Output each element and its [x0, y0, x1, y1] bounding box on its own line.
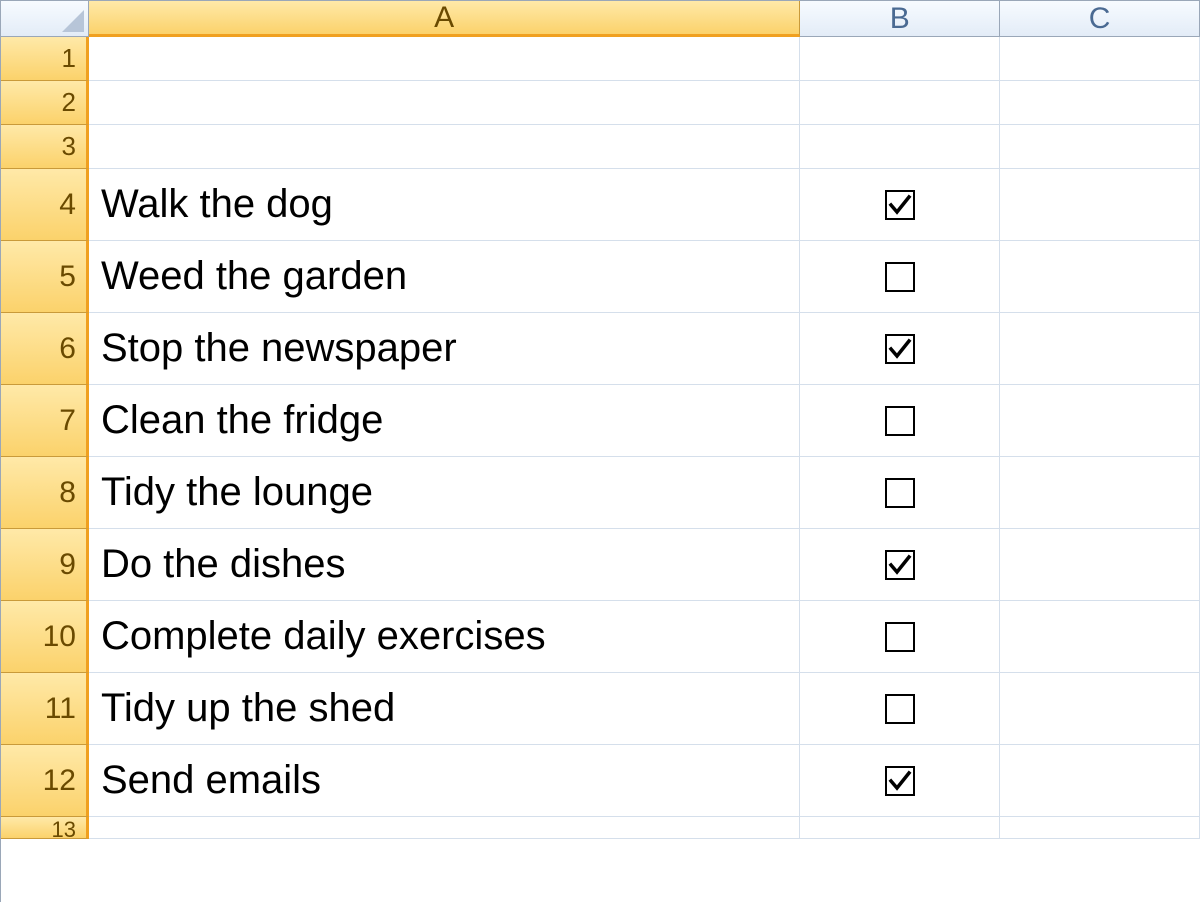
row: 10 Complete daily exercises — [1, 601, 1200, 673]
cell-A6[interactable]: Stop the newspaper — [89, 313, 800, 385]
cell-B9[interactable] — [800, 529, 1000, 601]
cell-C4[interactable] — [1000, 169, 1200, 241]
cell-C12[interactable] — [1000, 745, 1200, 817]
cell-A5[interactable]: Weed the garden — [89, 241, 800, 313]
row-header[interactable]: 7 — [1, 385, 89, 457]
cell-C2[interactable] — [1000, 81, 1200, 125]
checkbox-tidy-up-the-shed[interactable] — [885, 694, 915, 724]
row: 1 — [1, 37, 1200, 81]
cell-C10[interactable] — [1000, 601, 1200, 673]
checkbox-stop-the-newspaper[interactable] — [885, 334, 915, 364]
row-header[interactable]: 12 — [1, 745, 89, 817]
checkbox-send-emails[interactable] — [885, 766, 915, 796]
cell-B1[interactable] — [800, 37, 1000, 81]
cell-A8[interactable]: Tidy the lounge — [89, 457, 800, 529]
checkmark-icon — [888, 337, 912, 361]
cell-C9[interactable] — [1000, 529, 1200, 601]
cell-A10[interactable]: Complete daily exercises — [89, 601, 800, 673]
checkmark-icon — [888, 553, 912, 577]
cell-C5[interactable] — [1000, 241, 1200, 313]
row-header[interactable]: 3 — [1, 125, 89, 169]
cell-A7[interactable]: Clean the fridge — [89, 385, 800, 457]
column-header-row: A B C — [1, 1, 1200, 37]
cell-A3[interactable] — [89, 125, 800, 169]
row: 11 Tidy up the shed — [1, 673, 1200, 745]
cell-B2[interactable] — [800, 81, 1000, 125]
row-header[interactable]: 4 — [1, 169, 89, 241]
column-header-C[interactable]: C — [1000, 1, 1200, 37]
row: 8 Tidy the lounge — [1, 457, 1200, 529]
cell-B8[interactable] — [800, 457, 1000, 529]
row-header[interactable]: 2 — [1, 81, 89, 125]
cell-B4[interactable] — [800, 169, 1000, 241]
cell-A11[interactable]: Tidy up the shed — [89, 673, 800, 745]
spreadsheet-grid: A B C 1 2 3 4 Walk the dog 5 Weed the ga… — [0, 0, 1200, 902]
cell-A2[interactable] — [89, 81, 800, 125]
cell-B6[interactable] — [800, 313, 1000, 385]
checkbox-walk-the-dog[interactable] — [885, 190, 915, 220]
cell-A13[interactable] — [89, 817, 800, 839]
cell-C1[interactable] — [1000, 37, 1200, 81]
row: 9 Do the dishes — [1, 529, 1200, 601]
cell-A12[interactable]: Send emails — [89, 745, 800, 817]
row-header[interactable]: 10 — [1, 601, 89, 673]
cell-C11[interactable] — [1000, 673, 1200, 745]
cell-B13[interactable] — [800, 817, 1000, 839]
row: 13 — [1, 817, 1200, 839]
cell-C8[interactable] — [1000, 457, 1200, 529]
cell-B5[interactable] — [800, 241, 1000, 313]
checkmark-icon — [888, 769, 912, 793]
column-header-B[interactable]: B — [800, 1, 1000, 37]
cell-A9[interactable]: Do the dishes — [89, 529, 800, 601]
select-all-triangle-icon — [62, 10, 84, 32]
row: 4 Walk the dog — [1, 169, 1200, 241]
row: 2 — [1, 81, 1200, 125]
row-header[interactable]: 13 — [1, 817, 89, 839]
cell-A1[interactable] — [89, 37, 800, 81]
column-header-A[interactable]: A — [89, 1, 800, 37]
cell-A4[interactable]: Walk the dog — [89, 169, 800, 241]
checkmark-icon — [888, 193, 912, 217]
row-header[interactable]: 11 — [1, 673, 89, 745]
row: 12 Send emails — [1, 745, 1200, 817]
checkbox-do-the-dishes[interactable] — [885, 550, 915, 580]
checkbox-tidy-the-lounge[interactable] — [885, 478, 915, 508]
cell-B12[interactable] — [800, 745, 1000, 817]
row-header[interactable]: 8 — [1, 457, 89, 529]
cell-C6[interactable] — [1000, 313, 1200, 385]
row-header[interactable]: 6 — [1, 313, 89, 385]
cell-C13[interactable] — [1000, 817, 1200, 839]
cell-B7[interactable] — [800, 385, 1000, 457]
cell-C7[interactable] — [1000, 385, 1200, 457]
checkbox-complete-daily-exercises[interactable] — [885, 622, 915, 652]
row-header[interactable]: 5 — [1, 241, 89, 313]
row: 7 Clean the fridge — [1, 385, 1200, 457]
cell-C3[interactable] — [1000, 125, 1200, 169]
row: 5 Weed the garden — [1, 241, 1200, 313]
row-header[interactable]: 9 — [1, 529, 89, 601]
cell-B3[interactable] — [800, 125, 1000, 169]
checkbox-weed-the-garden[interactable] — [885, 262, 915, 292]
cell-B11[interactable] — [800, 673, 1000, 745]
row: 6 Stop the newspaper — [1, 313, 1200, 385]
checkbox-clean-the-fridge[interactable] — [885, 406, 915, 436]
row-header[interactable]: 1 — [1, 37, 89, 81]
select-all-corner[interactable] — [1, 1, 89, 37]
cell-B10[interactable] — [800, 601, 1000, 673]
row: 3 — [1, 125, 1200, 169]
